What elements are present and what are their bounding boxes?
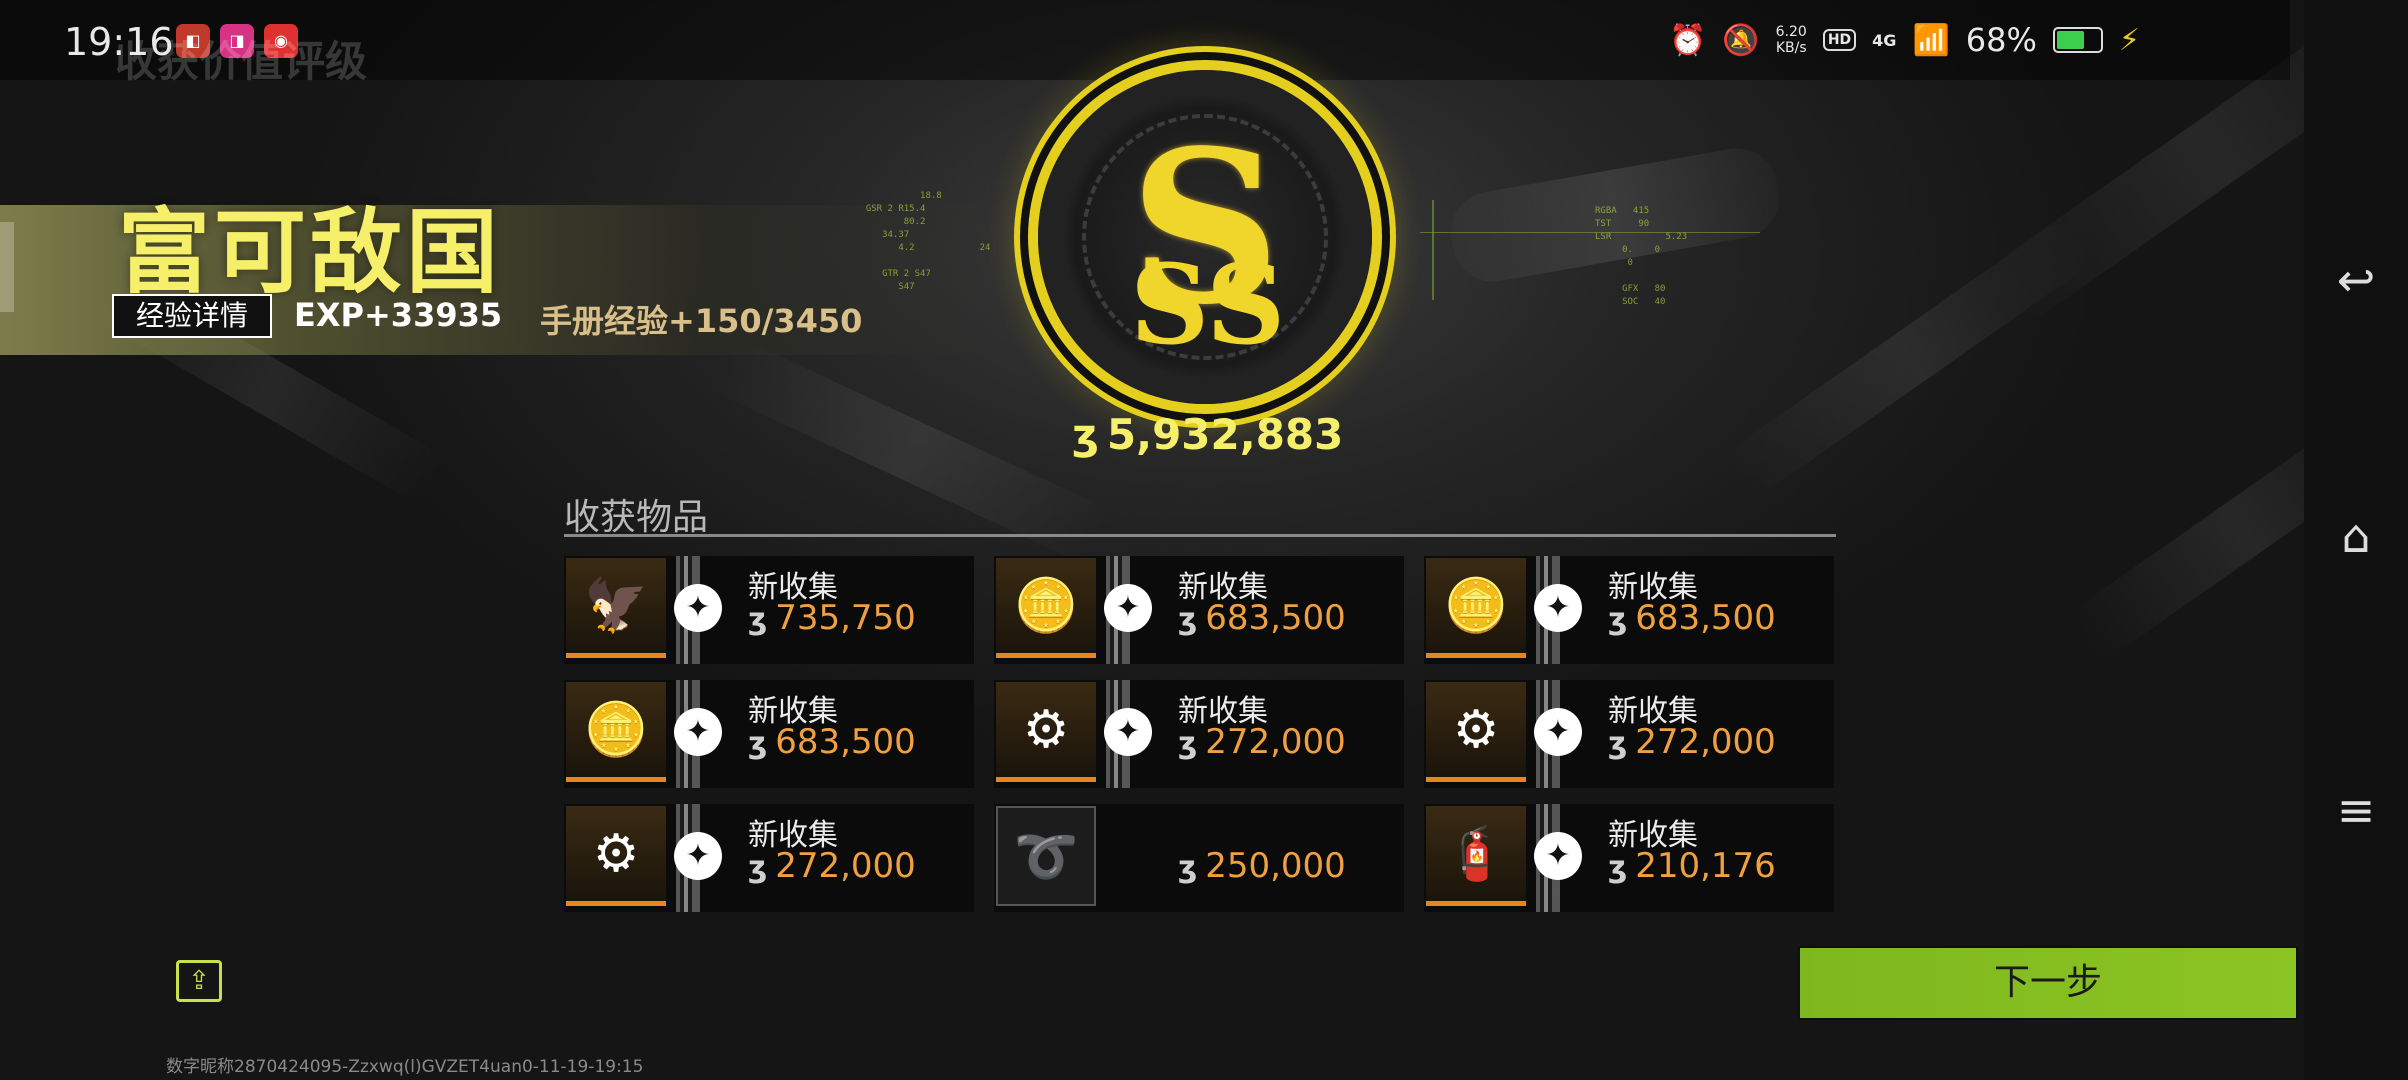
new-badge-icon: ✦ — [1534, 708, 1582, 756]
loot-item[interactable]: 🪙 ✦ 新收集 ʒ 683,500 — [1424, 556, 1834, 664]
banner-notch — [0, 222, 14, 312]
golden-eagle-statue-icon: 🦅 — [566, 558, 666, 658]
share-icon[interactable]: ⇪ — [176, 960, 222, 1002]
currency-icon: ʒ — [748, 850, 768, 885]
hud-readout: RGBA 415 TST 90 LSR 5.23 0. 0 0 GFX 80 S… — [1595, 206, 1688, 307]
watermark: 数字昵称2870424095-Zzxwq(l)GVZET4uan0-11-19-… — [166, 1057, 644, 1077]
rating-title: 富可敌国 — [118, 199, 503, 306]
medal-letter-small: S — [1130, 240, 1210, 369]
home-icon[interactable]: ⌂ — [2330, 510, 2382, 562]
currency-icon: ʒ — [748, 602, 768, 637]
item-price: ʒ 683,500 — [1608, 598, 1776, 638]
item-price: ʒ 683,500 — [748, 722, 916, 762]
currency-icon: ʒ — [1608, 602, 1628, 637]
new-badge-icon: ✦ — [674, 832, 722, 880]
background-streak — [1722, 214, 2098, 501]
total-value-amount: 5,932,883 — [1106, 410, 1344, 459]
mute-icon: 🔕 — [1722, 22, 1760, 58]
loot-grid[interactable]: 🦅 ✦ 新收集 ʒ 735,750 🪙 ✦ 新收集 ʒ 683,500 🪙 ✦ 新收集 ʒ 683,500 🪙… — [564, 556, 1840, 942]
item-price-value: 683,500 — [775, 722, 916, 762]
menu-icon[interactable]: ≡ — [2330, 784, 2382, 836]
hud-line — [1432, 200, 1434, 300]
loot-item[interactable]: ⚙ ✦ 新收集 ʒ 272,000 — [564, 804, 974, 912]
currency-icon: ʒ — [1072, 410, 1099, 459]
hud-line — [1420, 232, 1760, 233]
alarm-icon: ⏰ — [1668, 22, 1707, 58]
currency-icon: ʒ — [748, 726, 768, 761]
new-badge-icon: ✦ — [1104, 584, 1152, 632]
item-price-value: 272,000 — [1205, 722, 1346, 762]
drone-device-icon: ⚙ — [996, 682, 1096, 782]
loot-item[interactable]: 🦅 ✦ 新收集 ʒ 735,750 — [564, 556, 974, 664]
currency-icon: ʒ — [1178, 850, 1198, 885]
item-price: ʒ 250,000 — [1178, 846, 1346, 886]
new-badge-icon: ✦ — [1104, 708, 1152, 756]
loot-section-title: 收获物品 — [564, 497, 709, 538]
loot-item[interactable]: 🧯 ✦ 新收集 ʒ 210,176 — [1424, 804, 1834, 912]
new-badge-icon: ✦ — [1534, 584, 1582, 632]
loot-item[interactable]: ⚙ ✦ 新收集 ʒ 272,000 — [1424, 680, 1834, 788]
new-badge-icon: ✦ — [1534, 832, 1582, 880]
item-price-value: 250,000 — [1205, 846, 1346, 886]
item-price-value: 272,000 — [1635, 722, 1776, 762]
currency-icon: ʒ — [1608, 850, 1628, 885]
currency-icon: ʒ — [1178, 726, 1198, 761]
medal-letter-small: S — [1206, 240, 1286, 369]
currency-icon: ʒ — [1178, 602, 1198, 637]
loot-divider — [564, 534, 1836, 537]
wifi-icon: 📶 — [1912, 22, 1950, 58]
page-title-faded: 收获价值评级 — [115, 37, 368, 86]
item-price-value: 210,176 — [1635, 846, 1776, 886]
item-price: ʒ 210,176 — [1608, 846, 1776, 886]
canister-icon: 🧯 — [1426, 806, 1526, 906]
new-badge-icon: ✦ — [674, 708, 722, 756]
loot-item[interactable]: 🪙 ✦ 新收集 ʒ 683,500 — [564, 680, 974, 788]
gold-coin-icon: 🪙 — [1426, 558, 1526, 658]
item-price-value: 272,000 — [775, 846, 916, 886]
battery-level — [2056, 31, 2085, 49]
item-price-value: 735,750 — [775, 598, 916, 638]
handbook-exp: 手册经验+150/3450 — [540, 302, 863, 340]
gold-coin-icon: 🪙 — [996, 558, 1096, 658]
charging-icon: ⚡ — [2118, 22, 2140, 58]
total-value: ʒ 5,932,883 — [1072, 410, 1344, 459]
battery-icon — [2052, 27, 2103, 53]
back-icon[interactable]: ↩ — [2330, 254, 2382, 306]
exp-details-button[interactable]: 经验详情 — [112, 294, 272, 338]
hud-readout: 18.8 GSR 2 R15.4 80.2 34.37 4.2 24 GTR 2… — [865, 191, 991, 292]
item-price: ʒ 272,000 — [1608, 722, 1776, 762]
drone-device-icon: ⚙ — [1426, 682, 1526, 782]
item-price: ʒ 735,750 — [748, 598, 916, 638]
battery-percent: 68% — [1965, 21, 2037, 59]
new-badge-icon: ✦ — [674, 584, 722, 632]
status-bar: 19:16 ◧ ◨ ◉ 收获价值评级 ⏰ 🔕 6.20 KB/s HD 4G 📶 … — [0, 0, 2290, 86]
item-price-value: 683,500 — [1205, 598, 1346, 638]
system-nav-bar: ↩ ⌂ ≡ — [2304, 0, 2408, 1080]
next-button[interactable]: 下一步 — [1800, 948, 2296, 1018]
hd-icon: HD — [1822, 29, 1857, 51]
net-speed: 6.20 KB/s — [1775, 24, 1807, 56]
loot-item[interactable]: ⚙ ✦ 新收集 ʒ 272,000 — [994, 680, 1404, 788]
red-cable-icon: ➰ — [996, 806, 1096, 906]
rating-medal: S S S — [1038, 70, 1372, 404]
item-price: ʒ 683,500 — [1178, 598, 1346, 638]
loot-item[interactable]: ➰ ʒ 250,000 — [994, 804, 1404, 912]
item-price-value: 683,500 — [1635, 598, 1776, 638]
loot-item[interactable]: 🪙 ✦ 新收集 ʒ 683,500 — [994, 556, 1404, 664]
exp-gain: EXP+33935 — [294, 296, 503, 334]
drone-device-icon: ⚙ — [566, 806, 666, 906]
background-streak — [706, 334, 1114, 566]
item-price: ʒ 272,000 — [748, 846, 916, 886]
status-icons: ⏰ 🔕 6.20 KB/s HD 4G 📶 68% ⚡ — [1669, 18, 2140, 62]
gold-coin-icon: 🪙 — [566, 682, 666, 782]
currency-icon: ʒ — [1608, 726, 1628, 761]
network-type: 4G — [1872, 30, 1897, 50]
item-price: ʒ 272,000 — [1178, 722, 1346, 762]
